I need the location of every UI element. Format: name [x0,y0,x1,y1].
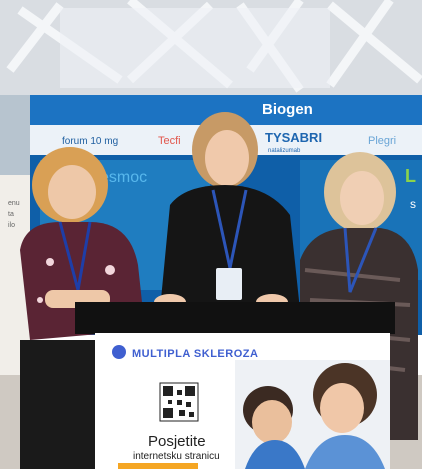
banner-letter-right: L [405,166,416,186]
conference-photo: Biogen forum 10 mg Tecfi TYSABRI nataliz… [0,0,422,469]
poster-headline: Posjetite [148,433,206,450]
left-panel-text-1: enu [8,200,20,207]
window [0,95,30,175]
poster-title: MULTIPLA SKLEROZA [132,348,258,360]
name-badge [216,268,242,300]
banner-item-plegri: Plegri [368,135,396,147]
left-panel-text-3: ilo [8,222,15,229]
biogen-logo: Biogen [262,101,313,118]
poster-couple-image [235,360,390,469]
ms-logo-icon [112,345,126,359]
banner-item-tecfi: Tecfi [158,135,181,147]
poster-subline: internetsku stranicu [133,451,220,462]
banner-item-forum: forum 10 mg [62,136,118,147]
qr-code-icon [159,382,199,422]
counter-top [75,302,395,334]
poster-accent-bar [118,463,198,469]
banner-letter-s: s [410,197,416,211]
left-panel-text-2: ta [8,211,14,218]
banner-item-tysabri-sub: natalizumab [268,148,301,154]
banner-item-tysabri: TYSABRI [265,130,322,145]
ceiling-light-panel [60,8,330,88]
